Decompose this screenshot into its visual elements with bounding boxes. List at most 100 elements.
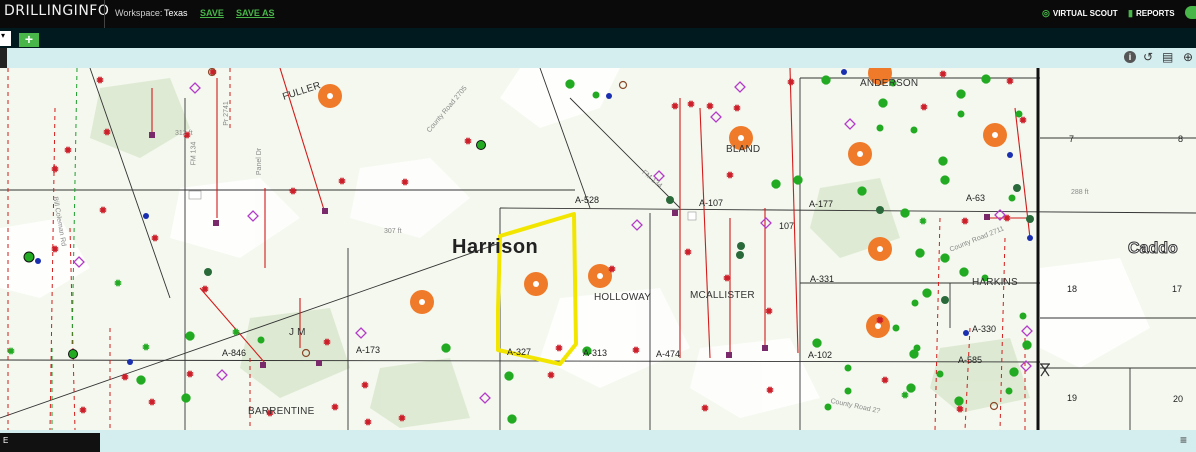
tower-icon: [1040, 363, 1050, 377]
svg-text:✹: ✹: [288, 185, 297, 198]
menu-icon[interactable]: ≡: [1180, 433, 1187, 447]
survey-label: A-107: [699, 198, 724, 208]
svg-text:✹: ✹: [700, 402, 709, 415]
survey-label: A-102: [808, 350, 833, 360]
svg-text:✹: ✹: [98, 204, 107, 217]
map-toolbar: [0, 48, 1196, 68]
survey-label: 19: [1067, 393, 1078, 403]
svg-text:✹: ✹: [765, 384, 774, 397]
svg-text:✹: ✹: [141, 342, 150, 354]
svg-text:✹: ✹: [686, 98, 695, 111]
lease-label: BARRENTINE: [248, 406, 315, 417]
svg-text:✹: ✹: [546, 369, 555, 382]
svg-text:✹: ✹: [938, 68, 947, 81]
county-label-harrison: Harrison: [452, 236, 539, 258]
svg-text:✹: ✹: [918, 216, 927, 228]
reports-button[interactable]: ▮ REPORTS: [1128, 8, 1175, 19]
elevation-label: 312 ft: [175, 130, 193, 137]
undo-icon[interactable]: ↺: [1143, 51, 1153, 64]
workspace-label: Workspace:: [115, 8, 163, 18]
map-view-icon[interactable]: ▤: [1162, 51, 1173, 64]
svg-text:✹: ✹: [50, 163, 59, 176]
survey-label: 20: [1173, 394, 1184, 404]
panel-toggle[interactable]: [1185, 6, 1196, 19]
survey-label: A-846: [222, 348, 247, 358]
svg-text:✹: ✹: [200, 283, 209, 296]
svg-text:✹: ✹: [683, 246, 692, 259]
county-label-caddo: Caddo: [1128, 240, 1179, 258]
svg-text:✹: ✹: [725, 169, 734, 182]
brand-logo[interactable]: DRILLINGINFO: [4, 3, 109, 19]
svg-text:✹: ✹: [330, 401, 339, 414]
header-divider: [104, 0, 105, 28]
svg-text:✹: ✹: [337, 175, 346, 188]
survey-label: A-173: [356, 345, 381, 355]
bottom-panel-tab[interactable]: [0, 433, 100, 452]
svg-text:✹: ✹: [397, 412, 406, 425]
save-as-link[interactable]: SAVE AS: [236, 8, 275, 18]
survey-label: 17: [1172, 284, 1183, 294]
add-tab-button[interactable]: +: [19, 32, 39, 47]
svg-text:✹: ✹: [150, 232, 159, 245]
survey-label: A-330: [972, 324, 997, 334]
lease-label: J M: [289, 327, 306, 338]
road-label: FM 134: [190, 141, 198, 166]
svg-text:✹: ✹: [147, 396, 156, 409]
svg-text:✹: ✹: [875, 314, 884, 327]
tab-strip: [0, 28, 1196, 48]
svg-text:✹: ✹: [360, 379, 369, 392]
info-icon[interactable]: i: [1124, 51, 1136, 63]
survey-label: 18: [1067, 284, 1078, 294]
lease-label: HARKINS: [972, 277, 1018, 288]
road-label: Panel Dr: [256, 147, 264, 176]
svg-text:✹: ✹: [631, 344, 640, 357]
svg-text:✹: ✹: [63, 144, 72, 157]
svg-text:✹: ✹: [95, 74, 104, 87]
svg-text:✹: ✹: [607, 263, 616, 276]
lease-label: MCALLISTER: [690, 290, 755, 301]
svg-text:✹: ✹: [102, 126, 111, 139]
map-canvas[interactable]: ✹ ✹ ✹ ✹ ✹ ✹ ✹ ✹ ✹ ✹ ✹ ✹ ✹ ✹ ✹ ✹ ✹ ✹ ✹ ✹ ✹ ✹ ✹ ✹ ✹ ✹ ✹ ✹ ✹ ✹ ✹ ✹ …: [0, 68, 1196, 430]
elevation-label: 307 ft: [384, 228, 402, 235]
survey-label: A-585: [958, 355, 983, 365]
svg-text:✹: ✹: [705, 100, 714, 113]
lease-label: BLAND: [726, 144, 761, 155]
panel-handle[interactable]: [0, 48, 7, 68]
svg-text:✹: ✹: [764, 305, 773, 318]
reports-label: REPORTS: [1135, 9, 1175, 18]
bottom-bar: [0, 430, 1196, 452]
zoom-icon[interactable]: ⊕: [1183, 51, 1193, 64]
road-label: Pr 2741: [222, 101, 230, 126]
virtual-scout-button[interactable]: ◎ VIRTUAL SCOUT: [1042, 8, 1118, 19]
survey-label: A-474: [656, 349, 681, 359]
survey-label: 8: [1178, 134, 1184, 144]
svg-text:✹: ✹: [880, 374, 889, 387]
svg-text:✹: ✹: [322, 336, 331, 349]
svg-text:✹: ✹: [919, 101, 928, 114]
survey-label: A-177: [809, 199, 834, 209]
tab-active[interactable]: ▾: [0, 31, 11, 46]
svg-text:✹: ✹: [113, 278, 122, 290]
svg-text:✹: ✹: [400, 176, 409, 189]
bottom-panel-label: E: [3, 436, 9, 445]
map-svg[interactable]: ✹✹✹✹ ✹✹✹✹ ✹✹✹✹ ✹ ✹✹✹ ✹✹✹✹ ✹ ✹✹✹ ✹ ✹✹ ✹ ✹✹✹✹ …: [0, 68, 1196, 430]
lease-label: ANDERSON: [860, 78, 919, 89]
svg-text:✹: ✹: [670, 100, 679, 113]
svg-text:✹: ✹: [120, 371, 129, 384]
virtual-scout-label: VIRTUAL SCOUT: [1052, 9, 1118, 18]
gas-wells: [204, 184, 1034, 304]
elevation-label: 288 ft: [1071, 189, 1089, 196]
svg-text:✹: ✹: [960, 215, 969, 228]
document-icon: ▮: [1128, 8, 1133, 18]
svg-text:✹: ✹: [185, 368, 194, 381]
workspace-name[interactable]: Texas: [164, 8, 188, 18]
svg-text:✹: ✹: [363, 416, 372, 429]
survey-label: A-313: [583, 348, 608, 358]
save-link[interactable]: SAVE: [200, 8, 224, 18]
survey-label: A-327: [507, 347, 532, 357]
target-icon: ◎: [1042, 8, 1050, 18]
svg-text:✹: ✹: [50, 243, 59, 256]
svg-text:✹: ✹: [722, 272, 731, 285]
svg-text:✹: ✹: [786, 76, 795, 89]
survey-label: A-331: [810, 274, 835, 284]
